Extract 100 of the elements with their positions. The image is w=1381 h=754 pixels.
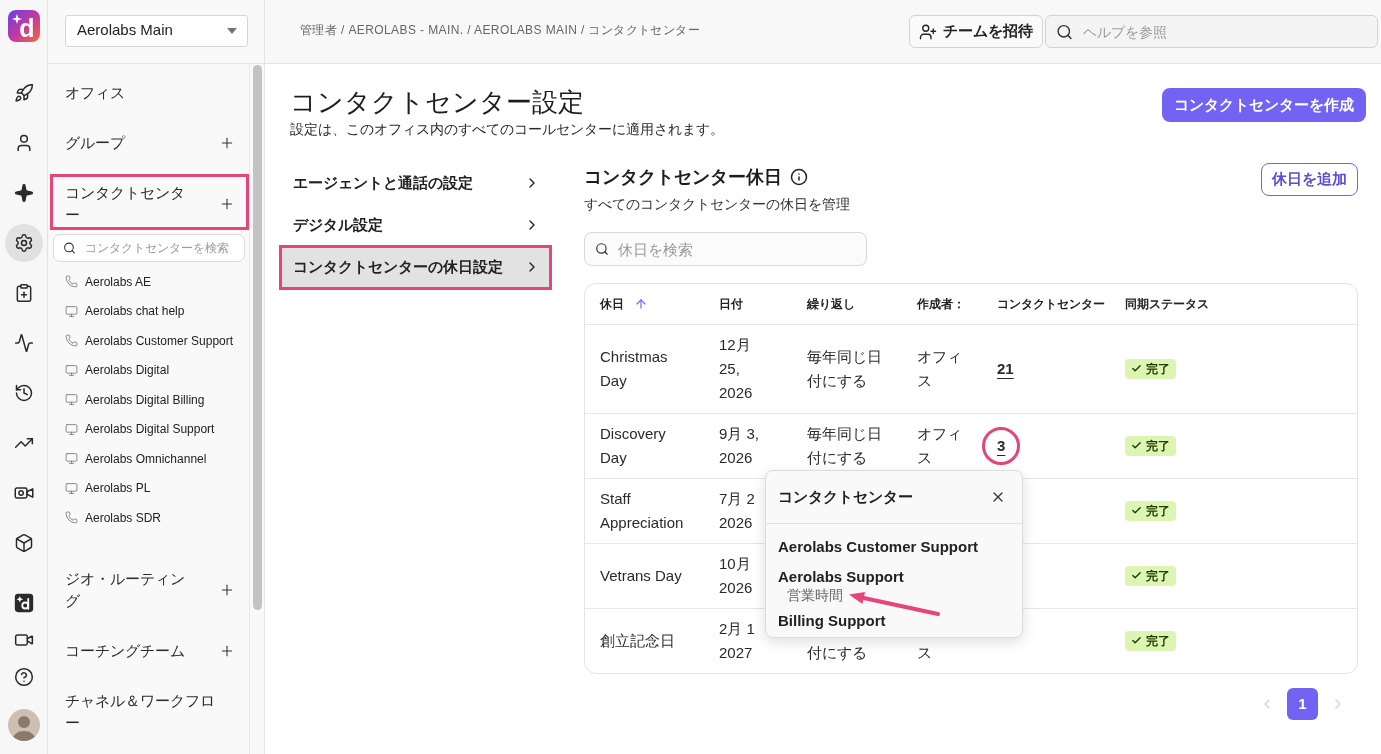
- contact-center-item[interactable]: Aerolabs Digital Billing: [48, 385, 249, 415]
- status-text: 完了: [1146, 502, 1170, 520]
- sparkle-app-icon[interactable]: [13, 592, 34, 613]
- contact-center-name[interactable]: Aerolabs Customer Support: [778, 537, 979, 557]
- page-button[interactable]: 1: [1287, 688, 1318, 720]
- section-title[interactable]: ジオ・ルーティング: [65, 568, 193, 612]
- contact-center-detail: 営業時間: [786, 587, 843, 603]
- check-icon: [1131, 635, 1142, 646]
- add-holiday-button[interactable]: 休日を追加: [1261, 163, 1358, 196]
- section-title[interactable]: コーチングチーム: [65, 640, 193, 662]
- check-icon: [1131, 363, 1142, 374]
- activity-icon[interactable]: [13, 333, 34, 353]
- column-header[interactable]: 作成者：: [917, 295, 965, 313]
- app-logo[interactable]: d: [7, 10, 40, 42]
- section-title[interactable]: コンタクトセンター: [65, 182, 193, 226]
- office-select[interactable]: Aerolabs Main: [65, 14, 248, 47]
- monitor-icon: [65, 393, 78, 407]
- holiday-name: Discovery Day: [600, 424, 667, 468]
- info-icon[interactable]: [790, 168, 808, 186]
- column-header[interactable]: 休日: [600, 295, 624, 313]
- contact-center-item[interactable]: Aerolabs PL: [48, 473, 249, 503]
- repeat-rule: 毎年同じ日付にする: [807, 347, 883, 391]
- column-header[interactable]: 日付: [719, 295, 743, 313]
- contact-center-name[interactable]: Billing Support: [778, 611, 886, 631]
- section-title[interactable]: オフィス: [65, 82, 223, 104]
- contact-center-item[interactable]: Aerolabs Omnichannel: [48, 444, 249, 474]
- settings-icon[interactable]: [13, 233, 34, 253]
- sparkle-icon[interactable]: [13, 183, 34, 203]
- invite-team-button[interactable]: チームを招待: [909, 15, 1043, 48]
- section-title[interactable]: グループ: [65, 132, 193, 154]
- contact-center-item[interactable]: Aerolabs AE: [48, 267, 249, 297]
- help-icon[interactable]: [13, 666, 34, 687]
- holiday-date: 2月 1 2027: [719, 619, 756, 663]
- creator-name: ス: [917, 643, 933, 663]
- contact-center-item[interactable]: Aerolabs Digital Support: [48, 414, 249, 444]
- contact-center-item[interactable]: Aerolabs chat help: [48, 296, 249, 326]
- phone-icon: [65, 511, 78, 525]
- holiday-name: 創立記念日: [600, 631, 676, 651]
- holiday-name: Vetrans Day: [600, 566, 683, 586]
- holiday-date: 7月 2 2026: [719, 489, 756, 533]
- check-icon: [1131, 505, 1142, 516]
- column-header[interactable]: 同期ステータス: [1125, 295, 1209, 313]
- monitor-icon: [65, 363, 78, 377]
- settings-menu-item[interactable]: デジタル設定: [280, 204, 552, 246]
- search-icon: [1056, 23, 1073, 40]
- column-header[interactable]: コンタクトセンター: [997, 295, 1105, 313]
- repeat-rule: 付にする: [807, 643, 868, 663]
- center-count-link[interactable]: 21: [997, 360, 1014, 377]
- page-title: コンタクトセンター設定: [290, 86, 585, 118]
- holiday-date: 10月 2026: [719, 554, 754, 598]
- status-text: 完了: [1146, 632, 1170, 650]
- popover-title: コンタクトセンター: [778, 486, 913, 507]
- add-icon[interactable]: [219, 135, 235, 151]
- settings-menu-item[interactable]: エージェントと通話の設定: [280, 162, 552, 204]
- contact-center-item[interactable]: Aerolabs SDR: [48, 503, 249, 533]
- breadcrumb: 管理者 / AEROLABS - MAIN. / AEROLABS MAIN / コンタクトセンター: [300, 21, 701, 39]
- contact-center-item[interactable]: Aerolabs Customer Support: [48, 326, 249, 356]
- help-search-field[interactable]: ヘルプを参照: [1045, 15, 1378, 48]
- monitor-icon: [65, 304, 78, 318]
- holiday-date: 12月 25, 2026: [719, 335, 754, 403]
- section-description: すべてのコンタクトセンターの休日を管理: [584, 195, 850, 214]
- scrollbar[interactable]: [252, 65, 262, 610]
- center-count-link[interactable]: 3: [997, 437, 1006, 454]
- settings-menu-item[interactable]: コンタクトセンターの休日設定: [280, 246, 552, 288]
- holiday-name: Christmas Day: [600, 347, 669, 391]
- contact-center-name[interactable]: Aerolabs Support: [778, 567, 904, 587]
- search-icon: [595, 242, 609, 256]
- status-text: 完了: [1146, 360, 1170, 378]
- add-icon[interactable]: [219, 582, 235, 598]
- add-icon[interactable]: [219, 643, 235, 659]
- search-field[interactable]: コンタクトセンターを検索: [53, 234, 245, 262]
- monitor-icon: [65, 481, 78, 495]
- user-plus-icon: [919, 22, 937, 41]
- check-icon: [1131, 570, 1142, 581]
- repeat-rule: 毎年同じ日付にする: [807, 424, 883, 468]
- holiday-search-field[interactable]: 休日を検索: [584, 232, 867, 266]
- phone-icon: [65, 275, 78, 289]
- section-heading: コンタクトセンター休日: [584, 166, 782, 189]
- nav-button[interactable]: [4, 224, 43, 262]
- holiday-name: Staff Appreciation: [600, 489, 685, 533]
- search-icon: [63, 241, 76, 255]
- page-subtitle: 設定は、このオフィス内のすべてのコールセンターに適用されます。: [290, 120, 724, 139]
- phone-icon: [65, 334, 78, 348]
- rocket-icon[interactable]: [13, 83, 34, 103]
- creator-name: オフィス: [917, 424, 963, 468]
- holiday-date: 9月 3, 2026: [719, 424, 761, 468]
- column-header[interactable]: 繰り返し: [807, 295, 855, 313]
- status-text: 完了: [1146, 567, 1170, 585]
- monitor-icon: [65, 422, 78, 436]
- caret-down-icon: [227, 27, 237, 34]
- section-title[interactable]: チャネル＆ワークフロー: [65, 690, 223, 734]
- check-icon: [1131, 440, 1142, 451]
- contact-center-item[interactable]: Aerolabs Digital: [48, 355, 249, 385]
- status-text: 完了: [1146, 437, 1170, 455]
- create-contact-center-button[interactable]: コンタクトセンターを作成: [1162, 88, 1366, 122]
- add-icon[interactable]: [219, 196, 235, 212]
- creator-name: オフィス: [917, 347, 963, 391]
- user-avatar[interactable]: [7, 709, 40, 741]
- cube-icon[interactable]: [13, 533, 34, 553]
- history-icon[interactable]: [13, 383, 34, 403]
